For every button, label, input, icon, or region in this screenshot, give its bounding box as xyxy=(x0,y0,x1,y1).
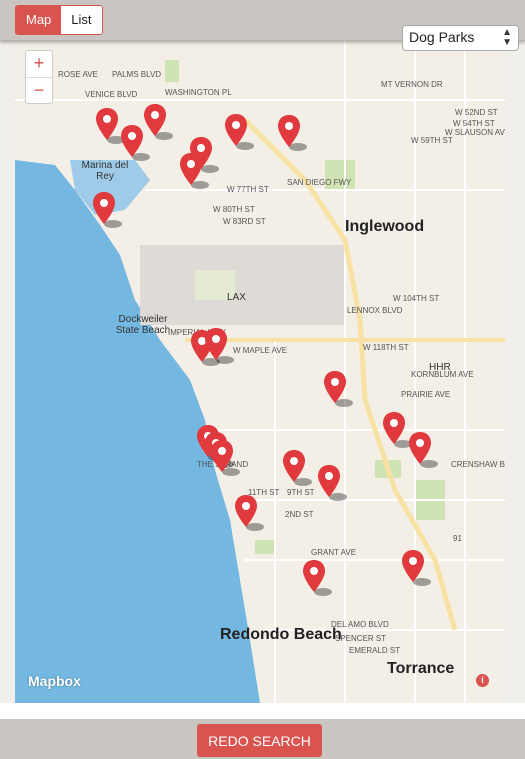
map-marker-pin-icon[interactable] xyxy=(278,115,307,155)
street-label: 2ND ST xyxy=(285,510,314,519)
map-marker-pin-icon[interactable] xyxy=(211,440,240,480)
street-label: PRAIRIE AVE xyxy=(401,390,451,399)
street-label: W 118TH ST xyxy=(363,343,409,352)
map-marker-pin-icon[interactable] xyxy=(383,412,412,452)
street-label: W 59TH ST xyxy=(411,136,453,145)
map-marker-pin-icon[interactable] xyxy=(121,125,150,165)
street-label: VENICE BLVD xyxy=(85,90,138,99)
street-label: PALMS BLVD xyxy=(112,70,162,79)
street-label: W 52ND ST xyxy=(455,108,498,117)
info-icon[interactable]: i xyxy=(476,674,489,687)
map-marker-pin-icon[interactable] xyxy=(190,137,219,177)
map-marker-pin-icon[interactable] xyxy=(318,465,347,505)
map-view[interactable]: + − Inglewood Redondo Beach Torrance LAX… xyxy=(15,40,505,703)
map-marker-pin-icon[interactable] xyxy=(225,114,254,154)
map-marker-pin-icon[interactable] xyxy=(144,104,173,144)
street-label: ROSE AVE xyxy=(58,70,98,79)
redo-search-button[interactable]: REDO SEARCH xyxy=(197,724,322,757)
zoom-in-button[interactable]: + xyxy=(26,51,52,77)
street-label: W MAPLE AVE xyxy=(233,346,288,355)
map-marker-pin-icon[interactable] xyxy=(93,192,122,232)
map-marker-pin-icon[interactable] xyxy=(303,560,332,600)
street-label: SAN DIEGO FWY xyxy=(287,178,352,187)
spacer xyxy=(0,703,525,719)
mapbox-logo: Mapbox xyxy=(28,673,81,689)
street-label: W SLAUSON AVE xyxy=(445,128,505,137)
street-label: SPENCER ST xyxy=(335,634,387,643)
view-toggle: Map List xyxy=(15,5,103,35)
zoom-control: + − xyxy=(25,50,53,104)
zoom-out-button[interactable]: − xyxy=(26,77,52,104)
map-marker-pin-icon[interactable] xyxy=(283,450,312,490)
street-label: W 80TH ST xyxy=(213,205,255,214)
category-select-value: Dog Parks xyxy=(409,29,475,45)
street-label: EMERALD ST xyxy=(349,646,401,655)
map-marker-pin-icon[interactable] xyxy=(409,432,438,472)
street-label: 91 xyxy=(453,534,462,543)
map-marker-pin-icon[interactable] xyxy=(235,495,264,535)
street-label: LENNOX BLVD xyxy=(347,306,403,315)
tab-map[interactable]: Map xyxy=(16,6,62,34)
map-marker-pin-icon[interactable] xyxy=(96,108,125,148)
city-label: Torrance xyxy=(387,660,455,677)
street-label: DEL AMO BLVD xyxy=(331,620,389,629)
street-label: W 104TH ST xyxy=(393,294,440,303)
street-label: MT VERNON DR xyxy=(381,80,443,89)
street-label: CRENSHAW BLVD xyxy=(451,460,505,469)
beach-label: Dockweiler State Beach xyxy=(115,314,171,336)
map-marker-pin-icon[interactable] xyxy=(205,328,234,368)
category-select[interactable]: Dog Parks ▲ ▼ xyxy=(402,25,519,51)
street-label: W 54TH ST xyxy=(453,119,495,128)
map-marker-pin-icon[interactable] xyxy=(324,371,353,411)
street-label: KORNBLUM AVE xyxy=(411,370,474,379)
select-arrows-icon: ▲ ▼ xyxy=(502,27,512,48)
airport-label: LAX xyxy=(227,292,246,303)
city-label: Inglewood xyxy=(345,218,425,235)
city-label: Redondo Beach xyxy=(220,626,342,643)
street-label: WASHINGTON PL xyxy=(165,88,232,97)
street-label: W 83RD ST xyxy=(223,217,266,226)
street-label: W 77TH ST xyxy=(227,185,269,194)
street-label: GRANT AVE xyxy=(311,548,357,557)
map-marker-pin-icon[interactable] xyxy=(402,550,431,590)
tab-list[interactable]: List xyxy=(61,6,102,34)
